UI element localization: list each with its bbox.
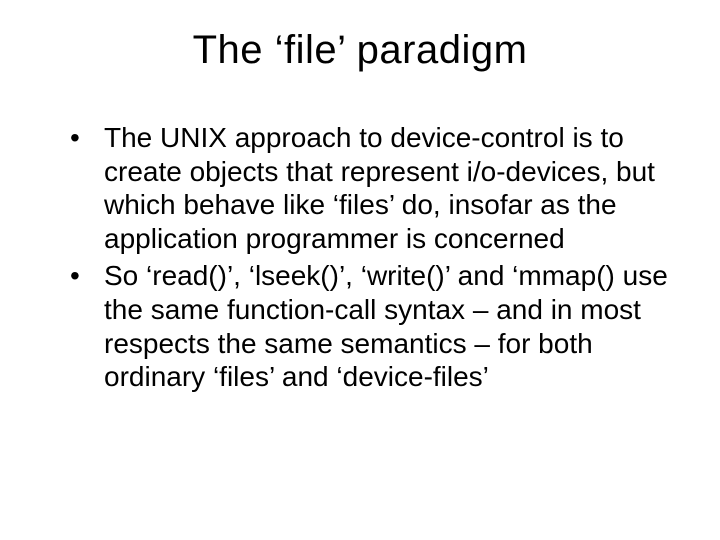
list-item: So ‘read()’, ‘lseek()’, ‘write()’ and ‘m…	[70, 259, 670, 393]
bullet-text: The UNIX approach to device-control is t…	[104, 122, 655, 254]
slide: The ‘file’ paradigm The UNIX approach to…	[0, 0, 720, 540]
slide-title: The ‘file’ paradigm	[40, 28, 680, 73]
list-item: The UNIX approach to device-control is t…	[70, 121, 670, 255]
bullet-list: The UNIX approach to device-control is t…	[40, 121, 680, 394]
bullet-text: So ‘read()’, ‘lseek()’, ‘write()’ and ‘m…	[104, 260, 668, 392]
